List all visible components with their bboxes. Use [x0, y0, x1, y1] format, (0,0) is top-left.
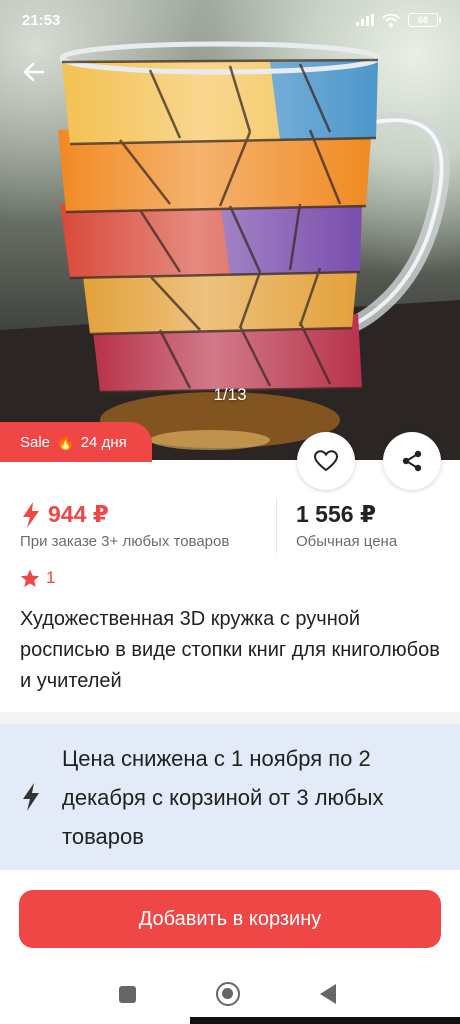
signal-icon [356, 14, 374, 26]
favorite-button[interactable] [297, 432, 355, 490]
promo-banner: Цена снижена с 1 ноября по 2 декабря с к… [0, 724, 460, 870]
sale-duration: 24 дня [80, 433, 127, 451]
promo-text: Цена снижена с 1 ноября по 2 декабря с к… [62, 745, 384, 849]
fire-icon: 🔥 [56, 434, 75, 451]
share-button[interactable] [383, 432, 441, 490]
arrow-left-icon [23, 62, 45, 82]
section-divider [0, 712, 460, 724]
share-icon [402, 450, 422, 472]
heart-icon [314, 450, 338, 472]
regular-price: 1 556 ₽ [296, 501, 376, 527]
sale-price-note: При заказе 3+ любых товаров [20, 533, 230, 550]
status-icons: 68 [356, 13, 441, 27]
status-bar: 21:53 68 [0, 0, 460, 40]
rating[interactable]: 1 [20, 568, 55, 588]
status-time: 21:53 [22, 11, 61, 29]
add-to-cart-button[interactable]: Добавить в корзину [19, 890, 441, 948]
product-title: Художественная 3D кружка с ручной роспис… [20, 608, 440, 692]
sale-label: Sale [20, 433, 51, 451]
price-block: 944 ₽ При заказе 3+ любых товаров 1 556 … [0, 495, 460, 555]
back-button[interactable] [18, 56, 50, 88]
product-screen: 21:53 68 1/13 Sale 🔥 24 дня 944 ₽ При за… [0, 0, 460, 1024]
regular-price-note: Обычная цена [296, 533, 398, 550]
gesture-bar [190, 1017, 460, 1024]
back-triangle-icon[interactable] [320, 984, 336, 1004]
sale-price: 944 ₽ [48, 501, 109, 527]
sale-price-row: 944 ₽ [22, 501, 109, 528]
wifi-icon [382, 13, 400, 27]
recents-icon[interactable] [119, 986, 136, 1003]
price-divider [276, 499, 277, 553]
sale-badge: Sale 🔥 24 дня [0, 422, 152, 462]
rating-count: 1 [46, 568, 56, 587]
battery-icon: 68 [408, 13, 441, 27]
home-icon[interactable] [216, 982, 240, 1006]
system-nav-bar [0, 966, 460, 1024]
gallery-counter: 1/13 [213, 385, 247, 404]
lightning-icon [0, 783, 62, 811]
lightning-icon [22, 501, 40, 528]
star-icon [20, 569, 40, 587]
